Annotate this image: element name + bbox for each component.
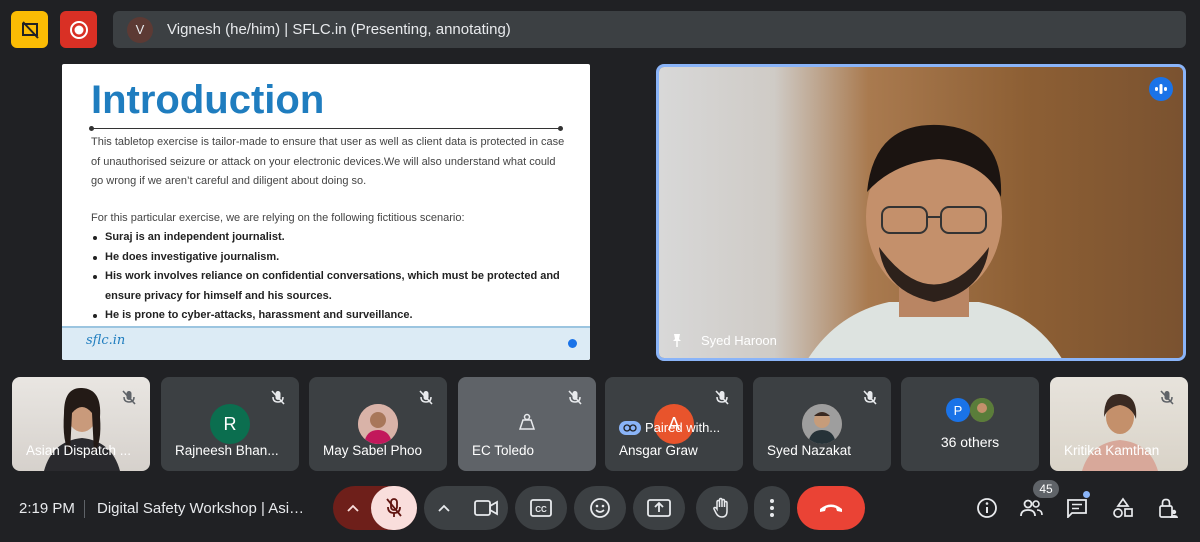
mic-off-icon bbox=[386, 498, 402, 517]
mic-off-icon bbox=[711, 387, 733, 409]
top-bar: V Vignesh (he/him) | SFLC.in (Presenting… bbox=[0, 0, 1200, 60]
meeting-title[interactable]: Digital Safety Workshop | Asian Dispatch bbox=[97, 500, 312, 517]
mic-off-icon bbox=[859, 387, 881, 409]
slide-bullet: Suraj is an independent journalist. bbox=[91, 228, 566, 248]
participant-name: May Sabel Phoo bbox=[323, 443, 423, 458]
camera-control bbox=[424, 486, 508, 530]
paired-indicator: Paired with... bbox=[619, 420, 720, 435]
captions-icon: CC bbox=[530, 499, 552, 517]
participant-avatar: R bbox=[210, 404, 250, 444]
shapes-icon bbox=[1113, 497, 1133, 518]
speaker-silhouette bbox=[808, 124, 1062, 358]
divider bbox=[84, 500, 85, 518]
people-icon bbox=[1020, 499, 1043, 517]
participant-name: EC Toledo bbox=[472, 443, 535, 458]
present-screen-button[interactable] bbox=[633, 486, 685, 530]
participant-name: Syed Nazakat bbox=[767, 443, 852, 458]
reactions-button[interactable] bbox=[574, 486, 626, 530]
chevron-up-icon[interactable] bbox=[438, 504, 450, 512]
slide-intro-text: This tabletop exercise is tailor-made to… bbox=[91, 136, 565, 187]
chat-button[interactable] bbox=[1064, 495, 1090, 521]
chevron-up-icon[interactable] bbox=[347, 504, 359, 512]
slide-bullet-list: Suraj is an independent journalist. He d… bbox=[91, 228, 566, 326]
present-screen-icon bbox=[647, 499, 671, 517]
record-icon bbox=[69, 20, 88, 39]
mic-off-icon bbox=[415, 387, 437, 409]
participant-name: Kritika Kamthan bbox=[1064, 443, 1160, 458]
participant-avatar bbox=[358, 404, 398, 444]
slide-bullet: He is prone to cyber-attacks, harassment… bbox=[91, 306, 566, 326]
mic-off-icon bbox=[118, 387, 140, 409]
active-speaker-video[interactable]: Syed Haroon bbox=[656, 64, 1186, 361]
others-count-label: 36 others bbox=[940, 434, 1000, 450]
bottom-control-bar: 2:19 PM Digital Safety Workshop | Asian … bbox=[0, 478, 1200, 542]
presentation-slide: Introduction This tabletop exercise is t… bbox=[62, 64, 590, 360]
participant-tile[interactable]: EC Toledo bbox=[458, 377, 596, 471]
participant-name: Asian Dispatch ... bbox=[26, 443, 132, 458]
speaking-indicator-icon bbox=[1149, 77, 1173, 101]
pin-icon[interactable] bbox=[669, 332, 685, 348]
participant-tile[interactable]: Asian Dispatch ... bbox=[12, 377, 150, 471]
link-icon bbox=[619, 420, 641, 435]
slide-bullet: He does investigative journalism. bbox=[91, 248, 566, 268]
mic-off-icon bbox=[267, 387, 289, 409]
participant-avatar: P bbox=[946, 398, 970, 422]
leave-call-button[interactable] bbox=[797, 486, 865, 530]
participant-tile[interactable]: Syed Nazakat bbox=[753, 377, 891, 471]
participant-name: Ansgar Graw bbox=[619, 443, 698, 458]
participant-name: Rajneesh Bhan... bbox=[175, 443, 279, 458]
present-off-icon bbox=[21, 20, 39, 39]
svg-text:CC: CC bbox=[535, 505, 547, 514]
sflc-logo: sflc.in bbox=[86, 333, 126, 348]
participant-avatar bbox=[970, 398, 994, 422]
raise-hand-button[interactable] bbox=[696, 486, 748, 530]
paired-label: Paired with... bbox=[645, 420, 721, 435]
slide-indicator-dot bbox=[568, 339, 577, 348]
chat-icon bbox=[1067, 499, 1087, 518]
meeting-details-button[interactable] bbox=[974, 495, 1000, 521]
participant-tile[interactable]: A Paired with... Ansgar Graw bbox=[605, 377, 743, 471]
slide-divider bbox=[89, 126, 563, 131]
speaker-name-label: Syed Haroon bbox=[701, 333, 777, 348]
participant-avatar bbox=[802, 404, 842, 444]
people-button[interactable] bbox=[1018, 495, 1044, 521]
participant-video bbox=[1082, 393, 1158, 471]
recording-button[interactable] bbox=[60, 11, 97, 48]
slide-footer: sflc.in bbox=[62, 326, 590, 360]
slide-title: Introduction bbox=[91, 78, 325, 122]
mic-off-icon bbox=[1156, 387, 1178, 409]
hand-icon bbox=[713, 497, 728, 518]
info-icon bbox=[977, 498, 997, 518]
mic-off-icon bbox=[564, 387, 586, 409]
captions-button[interactable]: CC bbox=[515, 486, 567, 530]
participant-tile[interactable]: May Sabel Phoo bbox=[309, 377, 447, 471]
unmute-button[interactable] bbox=[371, 486, 417, 530]
clock-time: 2:19 PM bbox=[19, 500, 75, 517]
others-tile[interactable]: P 36 others bbox=[901, 377, 1039, 471]
participant-tile[interactable]: R Rajneesh Bhan... bbox=[161, 377, 299, 471]
end-call-icon bbox=[820, 504, 842, 512]
unread-indicator bbox=[1083, 491, 1090, 498]
stop-presenting-button[interactable] bbox=[11, 11, 48, 48]
participant-tile[interactable]: Kritika Kamthan bbox=[1050, 377, 1188, 471]
presenting-banner: V Vignesh (he/him) | SFLC.in (Presenting… bbox=[113, 11, 1186, 48]
more-options-button[interactable] bbox=[754, 486, 790, 530]
slide-body: This tabletop exercise is tailor-made to… bbox=[91, 133, 566, 326]
presenter-avatar: V bbox=[127, 16, 153, 43]
slide-scenario-text: For this particular exercise, we are rel… bbox=[91, 211, 465, 224]
activities-button[interactable] bbox=[1110, 495, 1136, 521]
presenting-label: Vignesh (he/him) | SFLC.in (Presenting, … bbox=[167, 21, 511, 38]
room-device-icon bbox=[518, 413, 536, 430]
host-controls-button[interactable] bbox=[1155, 495, 1181, 521]
slide-bullet: His work involves reliance on confidenti… bbox=[91, 267, 566, 306]
camera-icon[interactable] bbox=[474, 499, 498, 517]
more-vert-icon bbox=[770, 499, 774, 517]
microphone-control bbox=[333, 486, 417, 530]
emoji-icon bbox=[590, 498, 610, 518]
lock-person-icon bbox=[1159, 498, 1178, 518]
